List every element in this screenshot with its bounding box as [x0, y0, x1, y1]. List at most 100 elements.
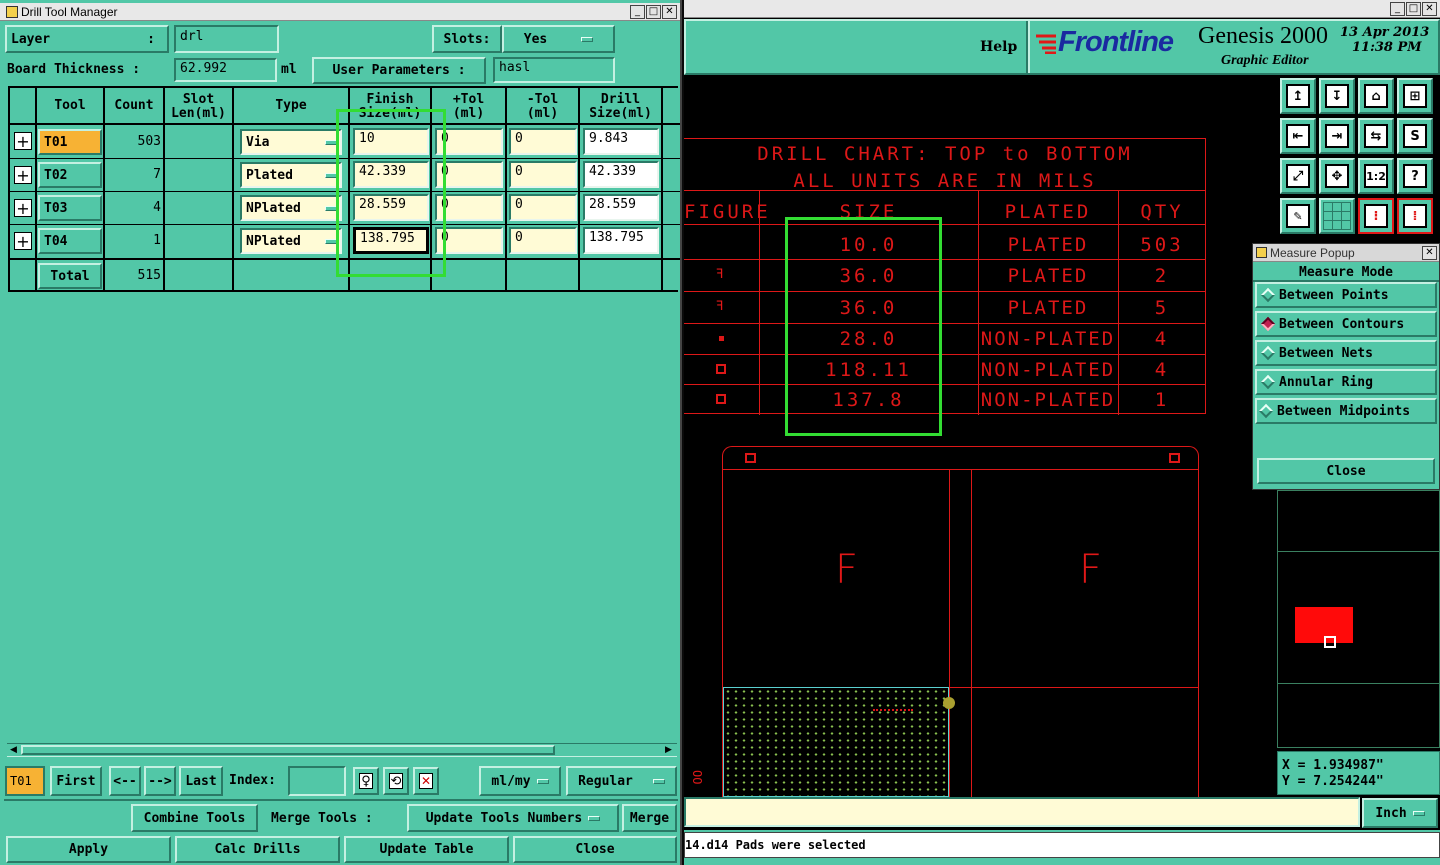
snake-icon[interactable]: S [1397, 118, 1433, 154]
tool-button[interactable]: T03 [38, 195, 102, 221]
fiducial-icon [1169, 453, 1180, 463]
scroll-right-icon[interactable]: ▶ [662, 744, 675, 756]
close-icon[interactable]: ✕ [1422, 245, 1437, 260]
type-dropdown[interactable]: Plated [240, 162, 342, 188]
pan-right-icon[interactable]: ⇥ [1319, 118, 1355, 154]
apply-button[interactable]: Apply [6, 836, 171, 863]
home-icon[interactable]: ⌂ [1358, 78, 1394, 114]
type-value: Plated [246, 168, 293, 183]
user-parameters-button[interactable]: User Parameters : [312, 57, 486, 84]
refresh-icon[interactable]: ⟲ [383, 767, 409, 795]
minus-tol-field[interactable]: 0 [509, 128, 577, 155]
close-icon[interactable]: ✕ [662, 4, 677, 19]
chart-subtitle: ALL UNITS ARE IN MILS [793, 170, 1097, 192]
expand-icon[interactable]: + [14, 166, 32, 185]
horizontal-scrollbar[interactable]: ◀ ▶ [7, 743, 677, 757]
window-icon[interactable]: ⊞ [1397, 78, 1433, 114]
drill-size-field[interactable]: 138.795 [583, 227, 659, 254]
unit-dropdown[interactable]: Inch [1362, 798, 1438, 828]
calc-drills-button[interactable]: Calc Drills [175, 836, 340, 863]
first-button[interactable]: First [50, 766, 102, 796]
chart-qty-cell: 4 [1154, 359, 1170, 381]
window-title: Drill Tool Manager [21, 4, 118, 19]
fit-icon[interactable]: ⤢ [1280, 158, 1316, 194]
scrollbar-thumb[interactable] [21, 745, 555, 755]
center-icon[interactable]: ✥ [1319, 158, 1355, 194]
help-menu[interactable]: Help [980, 39, 1017, 55]
update-numbers-dropdown[interactable]: Update Tools Numbers [407, 804, 619, 832]
option-label: Between Contours [1279, 316, 1405, 332]
grid-icon[interactable] [1319, 198, 1355, 234]
thickness-field[interactable]: 62.992 [174, 58, 277, 82]
drill-size-field[interactable]: 9.843 [583, 128, 659, 155]
count-cell: 503 [137, 134, 161, 149]
pan-left-icon[interactable]: ⇤ [1280, 118, 1316, 154]
tool-button[interactable]: T01 [38, 129, 102, 155]
minus-tol-field[interactable]: 0 [509, 227, 577, 254]
measure-popup: Measure Popup ✕ Measure Mode Between Poi… [1252, 243, 1440, 490]
zoom-home-icon[interactable]: ↥ [1280, 78, 1316, 114]
next-button[interactable]: --> [144, 766, 176, 796]
between-contours-option[interactable]: Between Contours [1255, 311, 1437, 337]
measure-icon[interactable]: ⁞ [1397, 198, 1433, 234]
update-numbers-value: Update Tools Numbers [425, 810, 583, 826]
overview-map[interactable] [1277, 490, 1440, 748]
minimize-icon[interactable]: _ [630, 4, 645, 19]
ruler-icon[interactable]: ✎ [1280, 198, 1316, 234]
prev-button[interactable]: <-- [109, 766, 141, 796]
overview-cursor-icon [1324, 636, 1336, 648]
minus-tol-field[interactable]: 0 [509, 161, 577, 188]
user-parameters-field[interactable]: hasl [493, 57, 615, 83]
units-dropdown[interactable]: ml/my [479, 766, 561, 796]
count-cell: 4 [153, 200, 161, 215]
scroll-left-icon[interactable]: ◀ [7, 744, 20, 756]
delete-icon[interactable]: ✕ [413, 767, 439, 795]
drill-size-field[interactable]: 28.559 [583, 194, 659, 221]
type-dropdown[interactable]: Via [240, 129, 342, 155]
drill-size-field[interactable]: 42.339 [583, 161, 659, 188]
maximize-icon[interactable]: □ [646, 4, 661, 19]
expand-icon[interactable]: + [14, 232, 32, 251]
close-button[interactable]: Close [513, 836, 677, 863]
mode-value: Regular [578, 773, 633, 789]
header-type: Type [275, 98, 307, 113]
figure-symbol-icon [719, 336, 724, 341]
tool-button[interactable]: T02 [38, 162, 102, 188]
annular-ring-option[interactable]: Annular Ring [1255, 369, 1437, 395]
bulb-icon[interactable]: ♀ [353, 767, 379, 795]
help-icon[interactable]: ? [1397, 158, 1433, 194]
type-dropdown[interactable]: NPlated [240, 195, 342, 221]
between-points-option[interactable]: Between Points [1255, 282, 1437, 308]
frontline-logo: Frontline [1034, 26, 1174, 59]
expand-icon[interactable]: + [14, 132, 32, 151]
popup-close-button[interactable]: Close [1257, 458, 1435, 484]
pan-down-icon[interactable]: ↧ [1319, 78, 1355, 114]
back-forward-icon[interactable]: ⇆ [1358, 118, 1394, 154]
command-input[interactable] [684, 797, 1360, 827]
option-label: Between Points [1279, 287, 1389, 303]
layer-button[interactable]: Layer: [5, 25, 169, 53]
between-nets-option[interactable]: Between Nets [1255, 340, 1437, 366]
layers-icon[interactable]: ⁝ [1358, 198, 1394, 234]
last-button[interactable]: Last [179, 766, 223, 796]
maximize-icon[interactable]: □ [1406, 1, 1421, 16]
layer-field[interactable]: drl [174, 25, 279, 53]
update-table-button[interactable]: Update Table [344, 836, 509, 863]
minus-tol-field[interactable]: 0 [509, 194, 577, 221]
close-icon[interactable]: ✕ [1422, 1, 1437, 16]
layer-colon: : [147, 31, 155, 47]
header-count: Count [114, 98, 154, 113]
slots-dropdown[interactable]: Yes [502, 25, 615, 53]
count-cell: 7 [153, 167, 161, 182]
mode-dropdown[interactable]: Regular [566, 766, 677, 796]
tool-button[interactable]: T04 [38, 228, 102, 254]
index-field[interactable] [288, 766, 346, 796]
merge-button[interactable]: Merge [622, 804, 677, 832]
combine-tools-button[interactable]: Combine Tools [131, 804, 258, 832]
type-dropdown[interactable]: NPlated [240, 228, 342, 254]
type-value: NPlated [246, 201, 301, 216]
expand-icon[interactable]: + [14, 199, 32, 218]
ratio-icon[interactable]: 1:2 [1358, 158, 1394, 194]
between-midpoints-option[interactable]: Between Midpoints [1255, 398, 1437, 424]
minimize-icon[interactable]: _ [1390, 1, 1405, 16]
